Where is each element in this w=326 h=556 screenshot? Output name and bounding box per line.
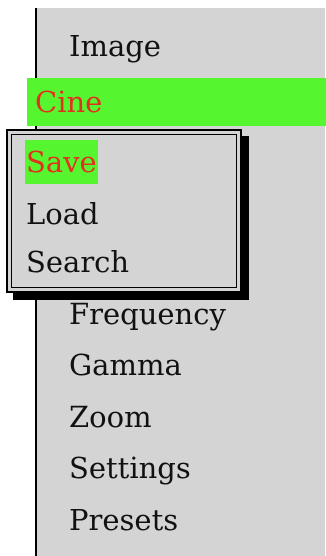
menu-item-image[interactable]: Image [69, 22, 161, 70]
menu-item-presets[interactable]: Presets [69, 496, 178, 544]
menu-item-settings[interactable]: Settings [69, 444, 191, 492]
menu-item-cine[interactable]: Cine [27, 78, 326, 126]
submenu-item-save[interactable]: Save [25, 140, 98, 184]
cine-submenu: Save Load Search [6, 129, 242, 293]
menu-item-gamma[interactable]: Gamma [69, 341, 182, 389]
app-window: Image Cine Frequency Gamma Zoom Settings… [0, 0, 326, 556]
menu-item-zoom[interactable]: Zoom [69, 393, 152, 441]
submenu-item-search[interactable]: Search [26, 240, 129, 284]
submenu-item-load[interactable]: Load [26, 192, 99, 236]
